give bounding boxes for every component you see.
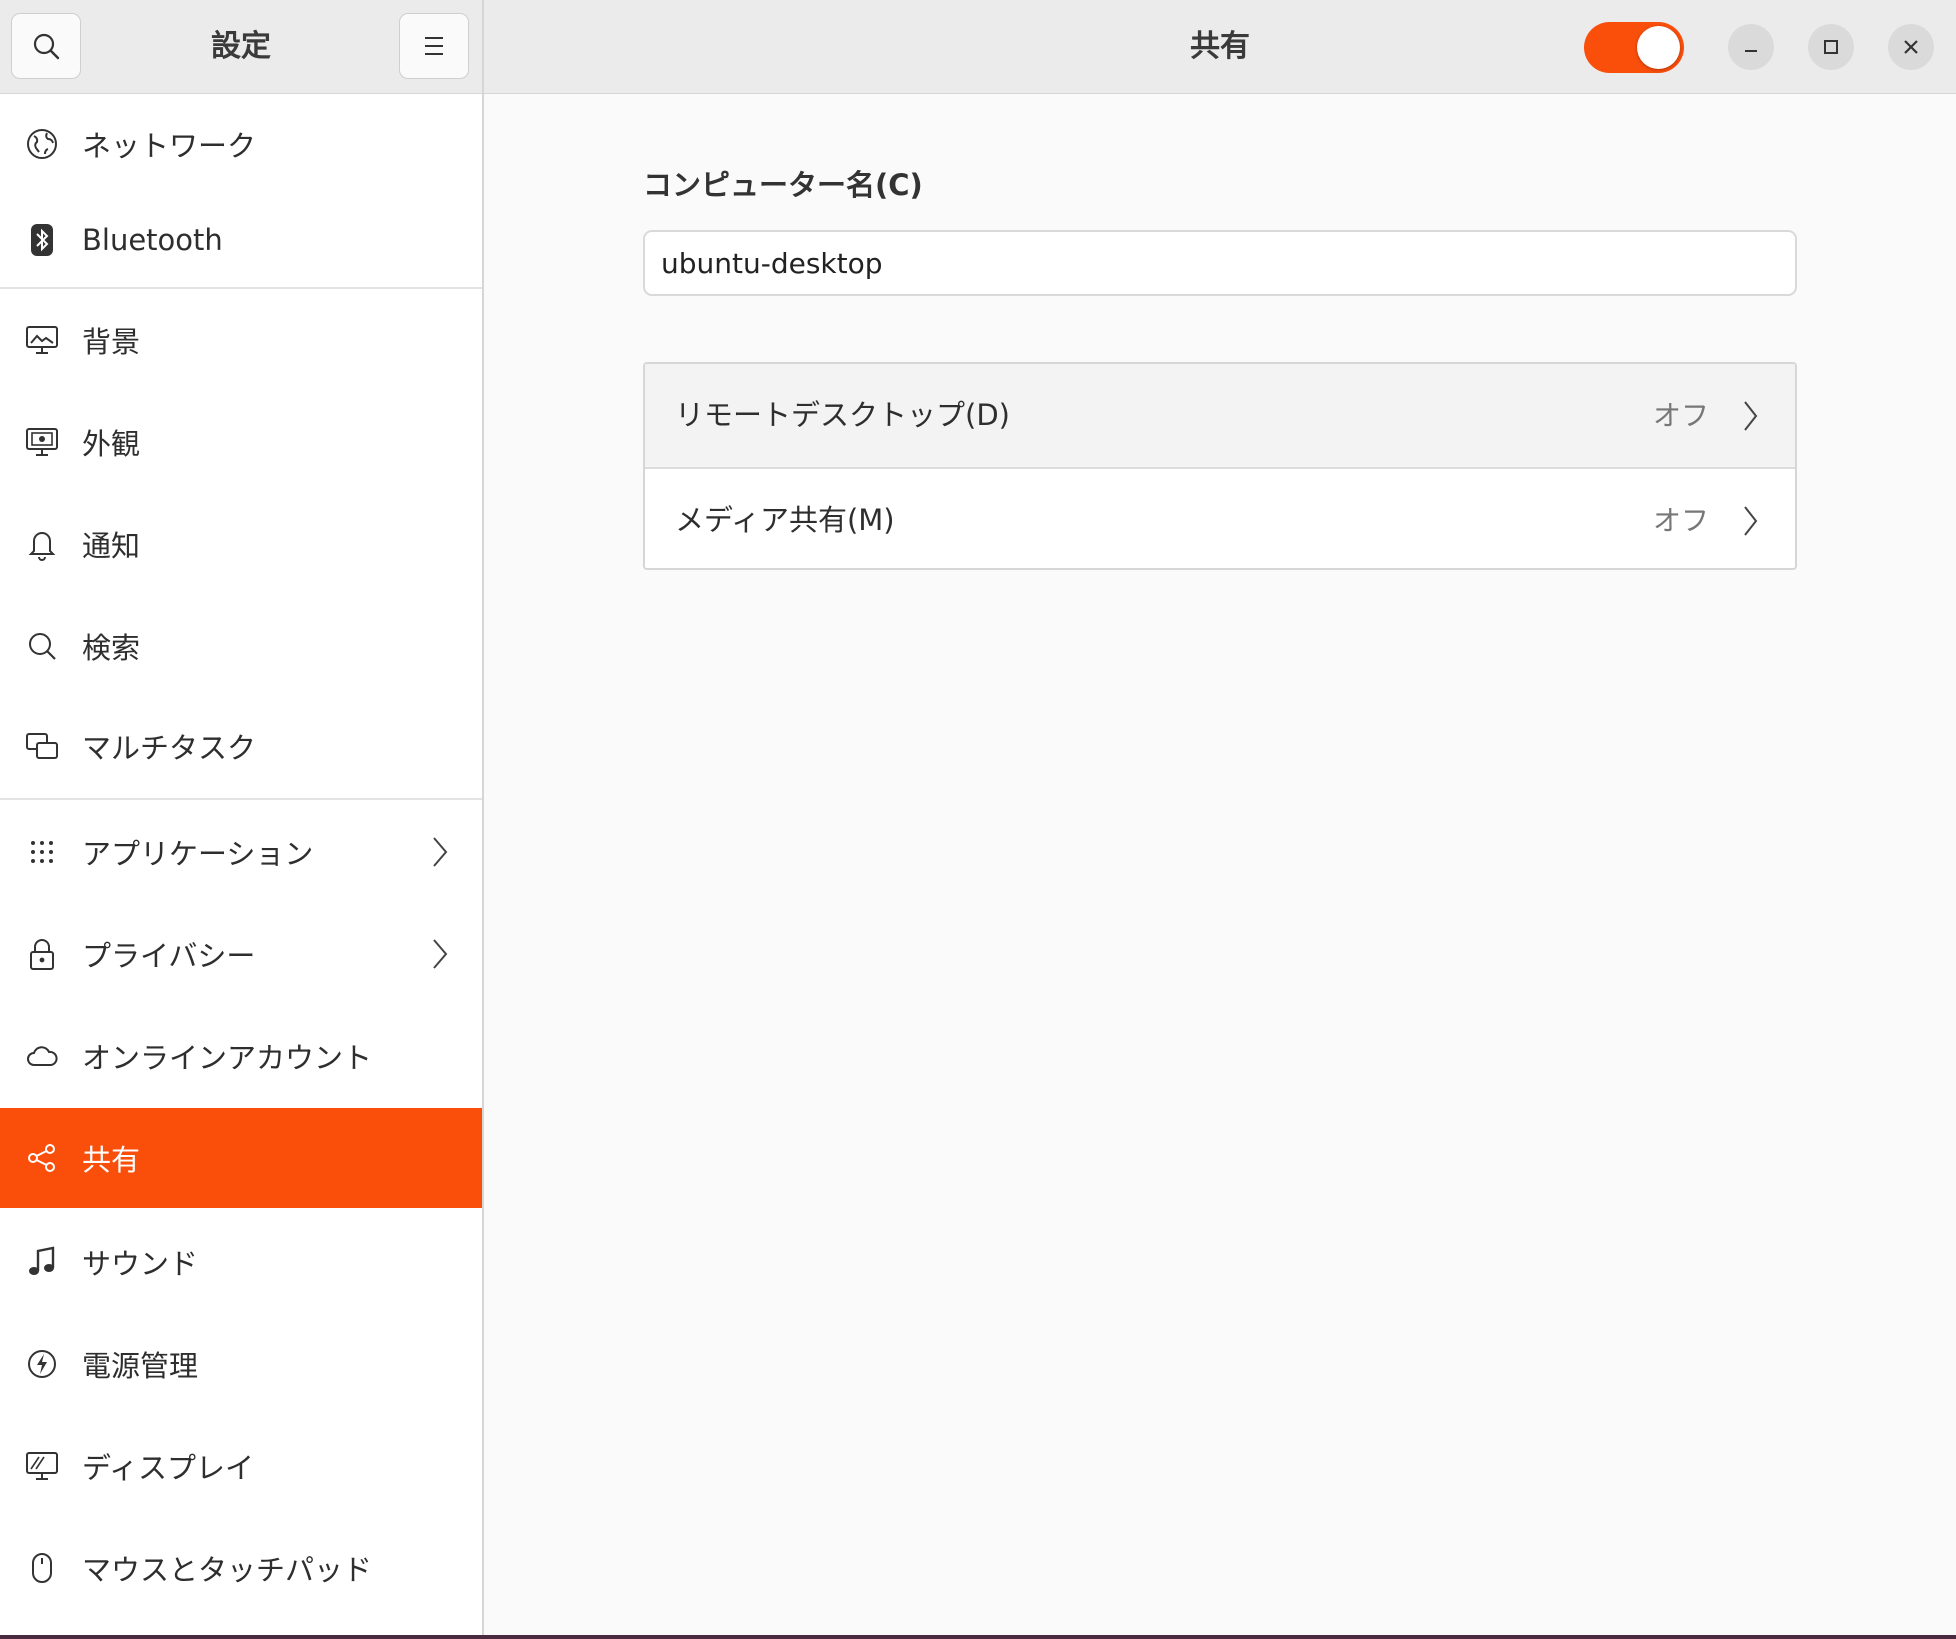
- search-icon: [33, 33, 60, 60]
- search-icon: [24, 628, 60, 664]
- sidebar-item-privacy[interactable]: プライバシー: [0, 904, 482, 1004]
- media-sharing-status: オフ: [1652, 504, 1709, 537]
- sidebar-item-notifications[interactable]: 通知: [0, 494, 482, 594]
- share-icon: [24, 1140, 60, 1176]
- remote-desktop-row[interactable]: リモートデスクトップ(D) オフ: [645, 364, 1795, 469]
- music-note-icon: [24, 1244, 60, 1280]
- sidebar-item-label: 背景: [82, 325, 141, 359]
- background-monitor-icon: [24, 322, 60, 358]
- close-icon: [1904, 40, 1918, 54]
- remote-desktop-status: オフ: [1652, 399, 1709, 432]
- computer-name-label: コンピューター名(C): [643, 168, 923, 202]
- remote-desktop-label: リモートデスクトップ(D): [675, 398, 1010, 432]
- main-menu-button[interactable]: [399, 13, 469, 79]
- display-icon: [24, 1448, 60, 1484]
- minimize-button[interactable]: [1728, 24, 1774, 70]
- sidebar-item-label: マルチタスク: [82, 731, 257, 765]
- sharing-toggle-switch[interactable]: [1584, 22, 1684, 73]
- multitask-windows-icon: [24, 728, 60, 764]
- sidebar-item-mouse-touchpad[interactable]: マウスとタッチパッド: [0, 1518, 482, 1618]
- power-icon: [24, 1346, 60, 1382]
- lock-icon: [24, 936, 60, 972]
- sidebar-item-label: ディスプレイ: [82, 1451, 254, 1485]
- sidebar: ネットワーク Bluetooth 背景 外観 通知 検索 マルチタスク アプリケ…: [0, 94, 484, 1635]
- sidebar-item-label: 共有: [82, 1143, 141, 1177]
- sharing-options-list: リモートデスクトップ(D) オフ メディア共有(M) オフ: [643, 362, 1797, 570]
- media-sharing-row[interactable]: メディア共有(M) オフ: [645, 469, 1795, 568]
- sidebar-item-search[interactable]: 検索: [0, 596, 482, 696]
- sidebar-item-label: 外観: [82, 427, 141, 461]
- sidebar-item-label: ネットワーク: [82, 129, 257, 163]
- settings-window: 設定 共有 ネットワーク Bluetooth 背景 外観 通知 検索 マルチタス…: [0, 0, 1956, 1635]
- chevron-right-icon: [433, 837, 448, 867]
- sidebar-item-multitasking[interactable]: マルチタスク: [0, 696, 482, 796]
- sidebar-item-bluetooth[interactable]: Bluetooth: [0, 190, 482, 290]
- chevron-right-icon: [433, 939, 448, 969]
- switch-knob: [1637, 26, 1680, 69]
- minimize-icon: [1745, 50, 1757, 52]
- hamburger-menu-icon: [425, 37, 443, 55]
- sidebar-separator: [0, 798, 482, 800]
- sidebar-item-sharing[interactable]: 共有: [0, 1108, 482, 1208]
- sidebar-item-background[interactable]: 背景: [0, 290, 482, 390]
- sidebar-item-label: 通知: [82, 529, 141, 563]
- sidebar-item-label: サウンド: [82, 1247, 199, 1281]
- computer-name-input[interactable]: [643, 230, 1797, 296]
- sidebar-header: 設定: [0, 0, 484, 94]
- mouse-icon: [24, 1550, 60, 1586]
- chevron-right-icon: [1744, 401, 1758, 431]
- sidebar-item-label: マウスとタッチパッド: [82, 1553, 373, 1587]
- sidebar-item-online-accounts[interactable]: オンラインアカウント: [0, 1006, 482, 1106]
- close-button[interactable]: [1888, 24, 1934, 70]
- sidebar-item-label: 電源管理: [82, 1349, 199, 1383]
- bluetooth-icon: [24, 222, 60, 258]
- network-globe-icon: [24, 126, 60, 162]
- sidebar-item-network[interactable]: ネットワーク: [0, 94, 482, 194]
- sidebar-item-label: Bluetooth: [82, 223, 223, 257]
- sidebar-item-power[interactable]: 電源管理: [0, 1314, 482, 1414]
- apps-grid-icon: [24, 834, 60, 870]
- sidebar-item-label: プライバシー: [82, 939, 256, 973]
- sidebar-item-label: アプリケーション: [82, 837, 314, 871]
- search-button[interactable]: [11, 13, 81, 79]
- bell-icon: [24, 526, 60, 562]
- sidebar-separator: [0, 287, 482, 289]
- sidebar-item-label: 検索: [82, 631, 141, 665]
- sidebar-item-appearance[interactable]: 外観: [0, 392, 482, 492]
- sidebar-item-display[interactable]: ディスプレイ: [0, 1416, 482, 1516]
- cloud-icon: [24, 1038, 60, 1074]
- chevron-right-icon: [1744, 506, 1758, 536]
- appearance-monitor-icon: [24, 424, 60, 460]
- media-sharing-label: メディア共有(M): [675, 503, 895, 537]
- sidebar-item-label: オンラインアカウント: [82, 1041, 373, 1075]
- maximize-button[interactable]: [1808, 24, 1854, 70]
- sidebar-title: 設定: [211, 29, 271, 64]
- maximize-icon: [1824, 40, 1838, 54]
- sidebar-item-sound[interactable]: サウンド: [0, 1212, 482, 1312]
- sidebar-item-applications[interactable]: アプリケーション: [0, 802, 482, 902]
